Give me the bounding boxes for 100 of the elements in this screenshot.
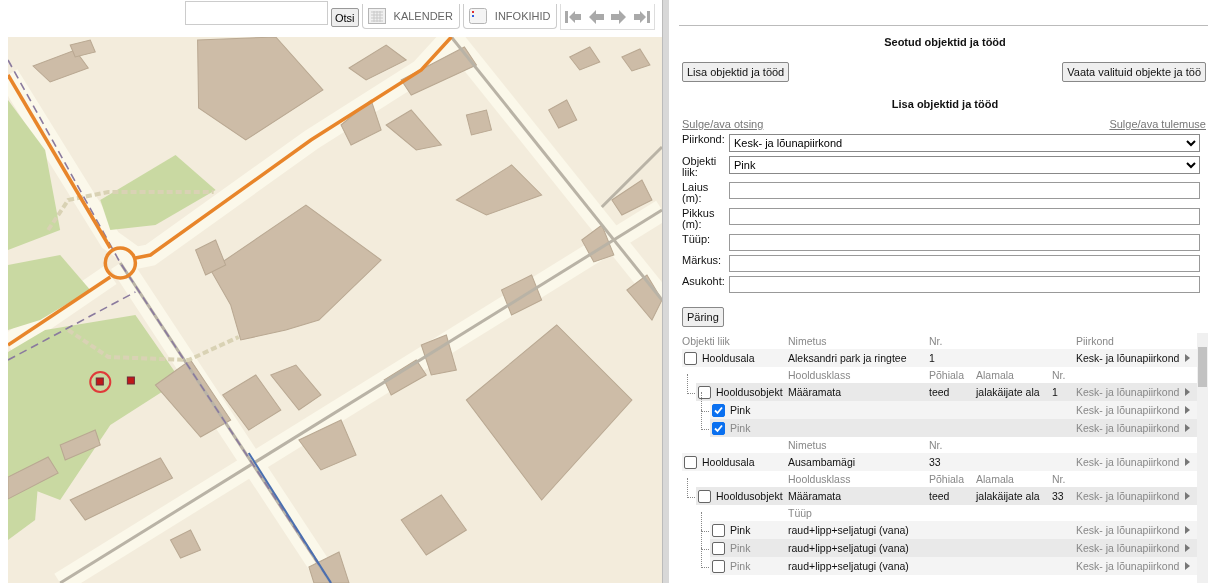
column-header: Hooldusklass [788, 369, 852, 381]
last-page-icon[interactable] [632, 8, 653, 25]
expand-arrow-icon[interactable] [1185, 492, 1190, 500]
list-icon [468, 8, 487, 24]
checkbox[interactable] [698, 385, 711, 399]
result-row[interactable]: Pink raud+lipp+seljatugi (vana) Kesk- ja lõunapiirkond [710, 521, 1197, 539]
table-cell-text: 1 [929, 352, 936, 364]
column-header: Nr. [1052, 473, 1067, 485]
column-header: Nimetus [788, 335, 828, 347]
input-field[interactable] [729, 182, 1200, 199]
region-cell-text: Kesk- ja lõunapiirkond [1076, 560, 1181, 572]
input-field[interactable] [729, 208, 1200, 225]
checkbox[interactable] [712, 559, 725, 573]
table-cell-text: teed [929, 386, 951, 398]
toggle-link[interactable]: Sulge/ava tulemuse [1109, 118, 1206, 130]
object-type: Hooldusala [702, 352, 755, 364]
region-cell-text: Kesk- ja lõunapiirkond [1076, 386, 1181, 398]
table-cell-text: Määramata [788, 490, 843, 502]
column-header: Tüüp [788, 507, 813, 519]
table-cell-text: Aleksandri park ja ringtee [788, 352, 908, 364]
input-field[interactable] [729, 234, 1200, 251]
expand-arrow-icon[interactable] [1185, 424, 1190, 432]
map-drawing[interactable] [8, 37, 662, 583]
object-type: Pink [730, 404, 751, 416]
column-header: Piirkond [1076, 335, 1115, 347]
result-row[interactable]: Pink raud+lipp+seljatugi (vana) Kesk- ja lõunapiirkond [710, 539, 1197, 557]
checkbox[interactable] [712, 403, 725, 417]
column-header: Alamala [976, 369, 1015, 381]
table-cell-text: raud+lipp+seljatugi (vana) [788, 560, 910, 572]
object-type: Pink [730, 422, 751, 434]
result-row[interactable]: Hooldusala Aleksandri park ja ringtee 1 Kesk- ja lõunapiirkond [682, 349, 1197, 367]
action-button[interactable]: Lisa objektid ja tööd [682, 62, 790, 82]
region-cell-text: Kesk- ja lõunapiirkond [1076, 404, 1181, 416]
table-cell-text: Määramata [788, 386, 843, 398]
checkbox[interactable] [712, 541, 725, 555]
scrollbar[interactable] [1197, 333, 1208, 583]
region-cell-text: Kesk- ja lõunapiirkond [1076, 524, 1181, 536]
panel-title: Seotud objektid ja tööd [883, 36, 1007, 48]
region-cell-text: Kesk- ja lõunapiirkond [1076, 422, 1181, 434]
field-label: Märkus: [682, 255, 723, 266]
expand-arrow-icon[interactable] [1185, 526, 1190, 534]
table-cell-text: 1 [1052, 386, 1059, 398]
dropdown-field[interactable]: Kesk- ja lõunapiirkond [729, 134, 1200, 152]
field-label: Laius (m): [682, 182, 710, 204]
field-label: Pikkus (m): [682, 208, 716, 230]
first-page-icon[interactable] [563, 8, 584, 25]
expand-arrow-icon[interactable] [1185, 354, 1190, 362]
expand-arrow-icon[interactable] [1185, 406, 1190, 414]
region-cell-text: Kesk- ja lõunapiirkond [1076, 456, 1181, 468]
object-type: Pink [730, 560, 751, 572]
expand-arrow-icon[interactable] [1185, 544, 1190, 552]
search-field[interactable] [185, 1, 328, 25]
region-cell-text: Kesk- ja lõunapiirkond [1076, 542, 1181, 554]
object-type: Hooldusobjekt [716, 386, 783, 398]
object-type: Pink [730, 524, 751, 536]
checkbox[interactable] [712, 523, 725, 537]
object-type: Hooldusobjekt [716, 490, 783, 502]
result-row[interactable]: Pink Kesk- ja lõunapiirkond [710, 401, 1197, 419]
result-row[interactable]: Pink raud+lipp+seljatugi (vana) Kesk- ja lõunapiirkond [710, 557, 1197, 575]
column-header: Hooldusklass [788, 473, 852, 485]
search-button[interactable]: Otsi [331, 8, 359, 27]
table-cell-text: raud+lipp+seljatugi (vana) [788, 542, 910, 554]
section-title: Lisa objektid ja tööd [890, 98, 1000, 110]
column-header: Objekti liik [682, 335, 731, 347]
column-header: Nr. [929, 335, 944, 347]
input-field[interactable] [729, 276, 1200, 293]
region-cell-text: Kesk- ja lõunapiirkond [1076, 352, 1181, 364]
field-label: Asukoht: [682, 276, 726, 287]
column-header: Nimetus [788, 439, 828, 451]
query-button[interactable]: Päring [682, 307, 724, 327]
checkbox[interactable] [684, 351, 697, 365]
table-cell-text: 33 [929, 456, 942, 468]
result-row[interactable]: Hooldusobjekt Määramata teed jalakäijate ala 33 Kesk- ja lõunapiirkond [696, 487, 1197, 505]
table-cell-text: 33 [1052, 490, 1065, 502]
field-label: Tüüp: [682, 234, 712, 245]
table-cell-text: jalakäijate ala [976, 386, 1041, 398]
column-header: Nr. [1052, 369, 1067, 381]
field-label: Piirkond: [682, 134, 726, 145]
column-header: Alamala [976, 473, 1015, 485]
dropdown-field[interactable]: Pink [729, 156, 1200, 174]
checkbox[interactable] [712, 421, 725, 435]
expand-arrow-icon[interactable] [1185, 458, 1190, 466]
toolbar-tab[interactable]: INFOKIHID [462, 4, 558, 29]
table-cell-text: jalakäijate ala [976, 490, 1041, 502]
expand-arrow-icon[interactable] [1185, 388, 1190, 396]
result-row[interactable]: Hooldusobjekt Määramata teed jalakäijate ala 1 Kesk- ja lõunapiirkond [696, 383, 1197, 401]
input-field[interactable] [729, 255, 1200, 272]
action-button[interactable]: Vaata valituid objekte ja töö [1062, 62, 1206, 82]
table-cell-text: teed [929, 490, 951, 502]
region-cell-text: Kesk- ja lõunapiirkond [1076, 490, 1181, 502]
checkbox[interactable] [684, 455, 697, 469]
expand-arrow-icon[interactable] [1185, 562, 1190, 570]
column-header: Nr. [929, 439, 944, 451]
result-row[interactable]: Hooldusala Ausambamägi 33 Kesk- ja lõunapiirkond [682, 453, 1197, 471]
toolbar-tab[interactable]: KALENDER [361, 4, 460, 29]
column-header: Põhiala [929, 369, 966, 381]
object-type: Pink [730, 542, 751, 554]
calendar-icon [367, 8, 386, 24]
toggle-link[interactable]: Sulge/ava otsing [682, 118, 764, 130]
checkbox[interactable] [698, 489, 711, 503]
